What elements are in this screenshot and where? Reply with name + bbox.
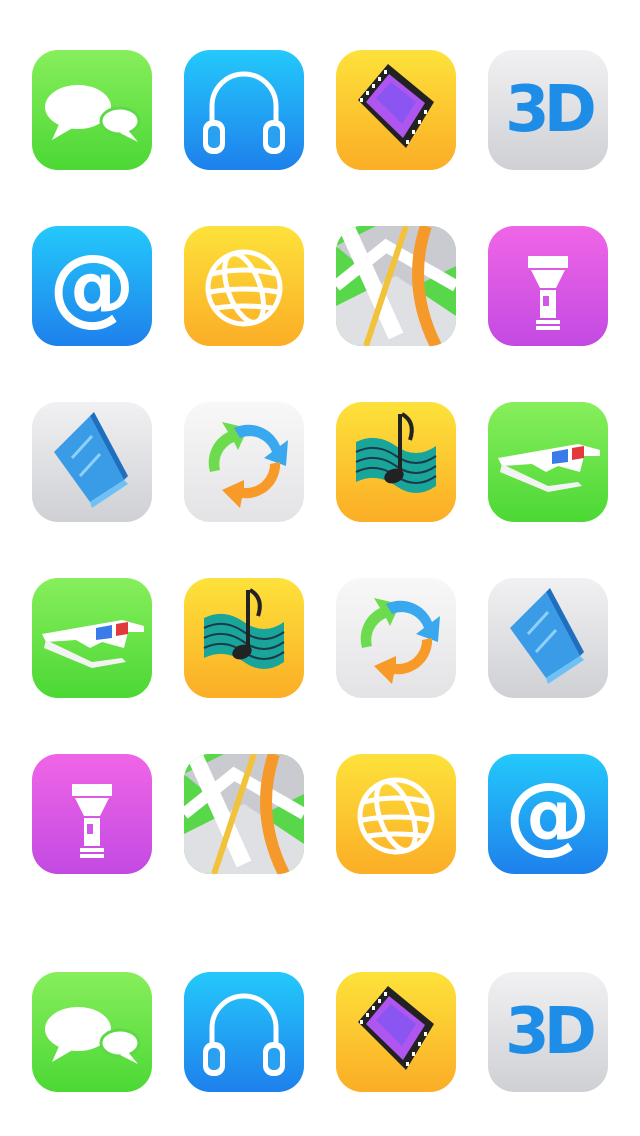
3d-text: 3D [505, 73, 597, 147]
3d-text: 3D [505, 995, 597, 1069]
globe-icon[interactable] [184, 226, 304, 346]
book-icon[interactable] [488, 578, 608, 698]
3d-glasses-glyph [488, 402, 608, 522]
headphones-icon[interactable] [184, 50, 304, 170]
globe-glyph [336, 754, 456, 874]
film-glyph [336, 972, 456, 1092]
messages-glyph [32, 50, 152, 170]
sync-icon[interactable] [336, 578, 456, 698]
music-glyph [184, 578, 304, 698]
3d-icon[interactable]: 3D [488, 50, 608, 170]
map-icon[interactable] [184, 754, 304, 874]
map-glyph [184, 754, 304, 874]
music-icon[interactable] [184, 578, 304, 698]
at-sign: @ [505, 764, 591, 864]
sync-icon[interactable] [184, 402, 304, 522]
messages-glyph [32, 972, 152, 1092]
3d-glasses-icon[interactable] [488, 402, 608, 522]
sync-glyph [184, 402, 304, 522]
film-icon[interactable] [336, 50, 456, 170]
film-icon[interactable] [336, 972, 456, 1092]
3d-icon[interactable]: 3D [488, 972, 608, 1092]
film-glyph [336, 50, 456, 170]
music-icon[interactable] [336, 402, 456, 522]
flashlight-glyph [32, 754, 152, 874]
headphones-glyph [184, 972, 304, 1092]
globe-icon[interactable] [336, 754, 456, 874]
book-glyph [32, 402, 152, 522]
sync-glyph [336, 578, 456, 698]
3d-glasses-icon[interactable] [32, 578, 152, 698]
email-icon[interactable]: @ [488, 754, 608, 874]
map-icon[interactable] [336, 226, 456, 346]
globe-glyph [184, 226, 304, 346]
music-glyph [336, 402, 456, 522]
book-glyph [488, 578, 608, 698]
3d-glasses-glyph [32, 578, 152, 698]
flashlight-icon[interactable] [32, 754, 152, 874]
email-icon[interactable]: @ [32, 226, 152, 346]
flashlight-icon[interactable] [488, 226, 608, 346]
flashlight-glyph [488, 226, 608, 346]
map-glyph [336, 226, 456, 346]
headphones-icon[interactable] [184, 972, 304, 1092]
at-sign: @ [49, 236, 135, 336]
headphones-glyph [184, 50, 304, 170]
messages-icon[interactable] [32, 50, 152, 170]
book-icon[interactable] [32, 402, 152, 522]
messages-icon[interactable] [32, 972, 152, 1092]
